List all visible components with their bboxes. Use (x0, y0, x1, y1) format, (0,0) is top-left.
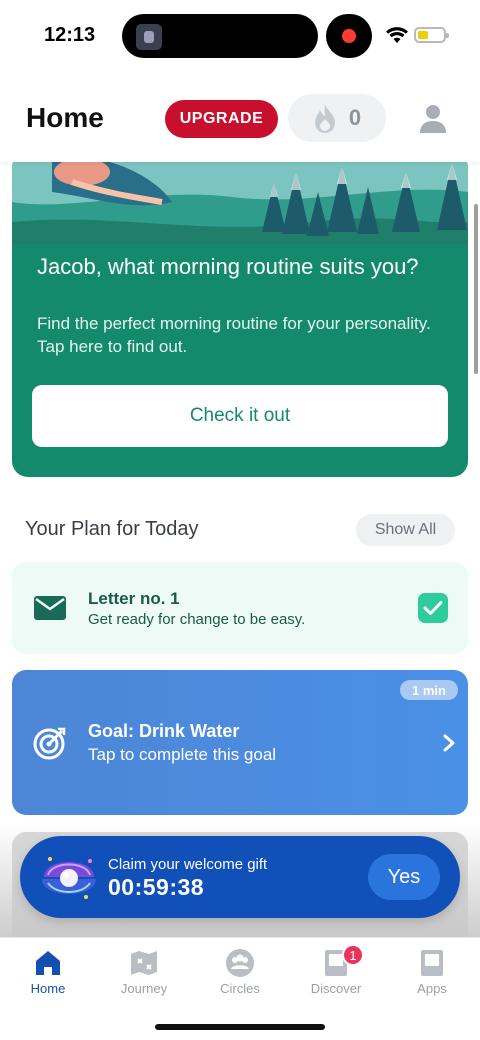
chevron-right-icon (443, 734, 455, 752)
upgrade-button[interactable]: UPGRADE (165, 100, 278, 138)
scrollbar[interactable] (474, 204, 478, 374)
plan-item-subtitle: Tap to complete this goal (88, 745, 277, 764)
completed-checkbox[interactable] (418, 593, 448, 623)
recording-indicator (326, 14, 372, 58)
plan-item-title: Goal: Drink Water (88, 721, 240, 741)
page-title: Home (26, 102, 104, 133)
plan-item-letter[interactable]: Letter no. 1 Get ready for change to be … (12, 562, 468, 654)
streak-counter[interactable]: 0 (288, 94, 386, 142)
tab-label: Discover (310, 981, 362, 996)
dynamic-island (122, 14, 318, 58)
plan-section-title: Your Plan for Today (25, 518, 199, 540)
show-all-button[interactable]: Show All (356, 514, 455, 546)
checkmark-icon (423, 601, 443, 615)
pearl-shell-icon (42, 857, 96, 899)
status-bar: 12:13 (0, 0, 480, 72)
tab-label: Circles (220, 981, 260, 996)
wifi-icon (386, 27, 408, 43)
welcome-gift-banner[interactable]: Claim your welcome gift 00:59:38 Yes (20, 836, 460, 918)
media-thumbnail-icon (136, 24, 162, 50)
tab-label: Apps (417, 981, 447, 996)
duration-badge: 1 min (400, 680, 458, 700)
plan-item-goal[interactable]: 1 min Goal: Drink Water Tap to complete … (12, 670, 468, 815)
tab-circles[interactable]: Circles (192, 948, 288, 1008)
home-feed[interactable]: Jacob, what morning routine suits you? F… (0, 162, 480, 937)
claim-gift-yes-button[interactable]: Yes (368, 854, 440, 900)
gift-label: Claim your welcome gift (108, 856, 268, 873)
morning-routine-promo-card[interactable]: Jacob, what morning routine suits you? F… (12, 162, 468, 477)
flame-icon (314, 104, 335, 133)
circles-icon (226, 949, 254, 977)
tab-bar: Home Journey Circles 1 Discover Apps (0, 937, 480, 1040)
forest-illustration (12, 162, 468, 244)
tab-label: Journey (120, 981, 168, 996)
map-icon (131, 951, 157, 975)
notification-badge: 1 (342, 944, 364, 966)
streak-count: 0 (348, 105, 362, 130)
tab-apps[interactable]: Apps (384, 948, 480, 1008)
tab-home[interactable]: Home (0, 948, 96, 1008)
tab-journey[interactable]: Journey (96, 948, 192, 1008)
app-header: Home UPGRADE 0 (0, 72, 480, 162)
home-screen: 12:13 Home UPGRADE 0 Jacob, what morning… (0, 0, 480, 1040)
home-icon (36, 951, 60, 975)
mail-icon (34, 596, 66, 620)
battery-icon (414, 27, 449, 43)
status-time: 12:13 (44, 24, 96, 46)
tab-label: Home (30, 981, 66, 996)
target-icon (33, 727, 66, 760)
promo-title: Jacob, what morning routine suits you? (37, 254, 419, 279)
gift-countdown: 00:59:38 (108, 874, 205, 900)
tab-discover[interactable]: 1 Discover (288, 944, 384, 1008)
home-indicator (155, 1024, 325, 1030)
record-dot-icon (342, 29, 356, 43)
plan-item-subtitle: Get ready for change to be easy. (88, 611, 306, 628)
apps-icon (421, 950, 443, 976)
check-it-out-button[interactable]: Check it out (32, 385, 448, 447)
profile-icon[interactable] (414, 100, 452, 138)
plan-item-title: Letter no. 1 (88, 589, 180, 608)
promo-text: Find the perfect morning routine for you… (37, 314, 431, 356)
